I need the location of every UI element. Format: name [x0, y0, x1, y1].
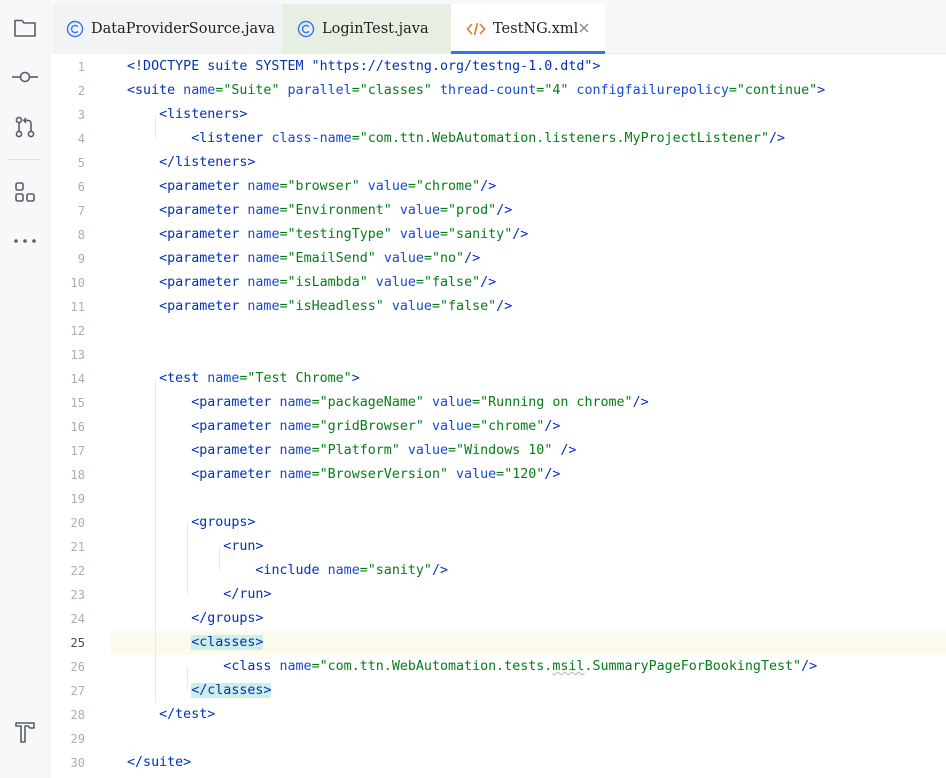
code-line[interactable]: <parameter name="Platform" value="Window… [127, 439, 576, 463]
line-number: 13 [70, 348, 85, 362]
project-icon[interactable] [11, 13, 39, 41]
code-line[interactable]: </suite> [127, 751, 191, 775]
code-line[interactable]: <parameter name="packageName" value="Run… [127, 391, 648, 415]
line-number: 1 [77, 60, 85, 74]
line-number: 23 [70, 588, 85, 602]
line-number: 4 [77, 132, 85, 146]
code-line[interactable]: <listeners> [127, 103, 247, 127]
editor-tab-bar: DataProviderSource.java LoginTest.java T… [51, 0, 946, 54]
line-number: 30 [70, 756, 85, 770]
build-icon[interactable] [11, 718, 39, 746]
more-icon[interactable] [11, 227, 39, 255]
line-number: 24 [70, 612, 85, 626]
code-line[interactable]: <groups> [127, 511, 255, 535]
line-number: 18 [70, 468, 85, 482]
line-number: 3 [77, 108, 85, 122]
line-number: 9 [77, 252, 85, 266]
close-icon[interactable] [577, 21, 591, 35]
line-number: 7 [77, 204, 85, 218]
code-line[interactable]: <test name="Test Chrome"> [127, 367, 360, 391]
code-editor[interactable]: 1 2 3 4 5 6 7 8 9 10 11 12 13 14 15 16 17 18 19 20 21 22 23 24 2… [51, 55, 946, 778]
code-line[interactable]: <parameter name="BrowserVersion" value="… [127, 463, 560, 487]
tab-label: TestNG.xml [493, 21, 579, 37]
line-number-gutter: 1 2 3 4 5 6 7 8 9 10 11 12 13 14 15 16 17 18 19 20 21 22 23 24 2… [51, 55, 111, 778]
tab-logintest[interactable]: LoginTest.java [282, 4, 451, 54]
line-number: 17 [70, 444, 85, 458]
code-line[interactable]: <parameter name="gridBrowser" value="chr… [127, 415, 560, 439]
code-line[interactable]: <parameter name="EmailSend" value="no"/> [127, 247, 480, 271]
line-number: 29 [70, 732, 85, 746]
line-number: 11 [70, 300, 85, 314]
line-number: 27 [70, 684, 85, 698]
line-number: 22 [70, 564, 85, 578]
code-line[interactable]: <parameter name="testingType" value="san… [127, 223, 528, 247]
line-number: 10 [70, 276, 85, 290]
xml-file-icon [466, 21, 486, 37]
code-area[interactable]: <!DOCTYPE suite SYSTEM "https://testng.o… [111, 55, 946, 778]
code-line[interactable]: <class name="com.ttn.WebAutomation.tests… [127, 655, 817, 679]
line-number: 20 [70, 516, 85, 530]
line-number: 21 [70, 540, 85, 554]
pull-requests-icon[interactable] [11, 113, 39, 141]
line-number: 14 [70, 372, 85, 386]
commit-icon[interactable] [11, 63, 39, 91]
line-number: 25 [70, 636, 85, 650]
tab-label: LoginTest.java [322, 21, 429, 37]
code-line[interactable]: <suite name="Suite" parallel="classes" t… [127, 79, 825, 103]
code-line[interactable]: <parameter name="browser" value="chrome"… [127, 175, 496, 199]
tool-window-strip [0, 0, 50, 778]
line-number: 28 [70, 708, 85, 722]
code-line[interactable]: </groups> [127, 607, 263, 631]
code-line[interactable]: </test> [127, 703, 215, 727]
code-line[interactable]: <!DOCTYPE suite SYSTEM "https://testng.o… [127, 55, 600, 79]
line-number: 5 [77, 156, 85, 170]
line-number: 8 [77, 228, 85, 242]
line-number: 16 [70, 420, 85, 434]
line-number: 15 [70, 396, 85, 410]
tool-separator [9, 159, 41, 160]
line-number: 2 [77, 84, 85, 98]
tab-testng-xml[interactable]: TestNG.xml [451, 4, 605, 54]
code-line[interactable]: <listener class-name="com.ttn.WebAutomat… [127, 127, 785, 151]
code-line[interactable]: <parameter name="Environment" value="pro… [127, 199, 512, 223]
line-number: 12 [70, 324, 85, 338]
tab-dataprovidersource[interactable]: DataProviderSource.java [51, 4, 282, 54]
structure-icon[interactable] [11, 178, 39, 206]
line-number: 6 [77, 180, 85, 194]
tab-label: DataProviderSource.java [91, 21, 276, 37]
code-line[interactable]: <parameter name="isLambda" value="false"… [127, 271, 496, 295]
code-line[interactable]: <parameter name="isHeadless" value="fals… [127, 295, 512, 319]
java-class-icon [66, 20, 84, 38]
code-line[interactable]: </listeners> [127, 151, 255, 175]
line-number: 26 [70, 660, 85, 674]
java-class-icon [297, 20, 315, 38]
code-line[interactable]: <classes> [127, 631, 264, 655]
line-number: 19 [70, 492, 85, 506]
code-line[interactable]: <include name="sanity"/> [127, 559, 448, 583]
code-line[interactable]: </run> [127, 583, 271, 607]
code-line[interactable]: </classes> [127, 679, 272, 703]
code-line[interactable]: <run> [127, 535, 263, 559]
active-tab-indicator [451, 51, 605, 54]
